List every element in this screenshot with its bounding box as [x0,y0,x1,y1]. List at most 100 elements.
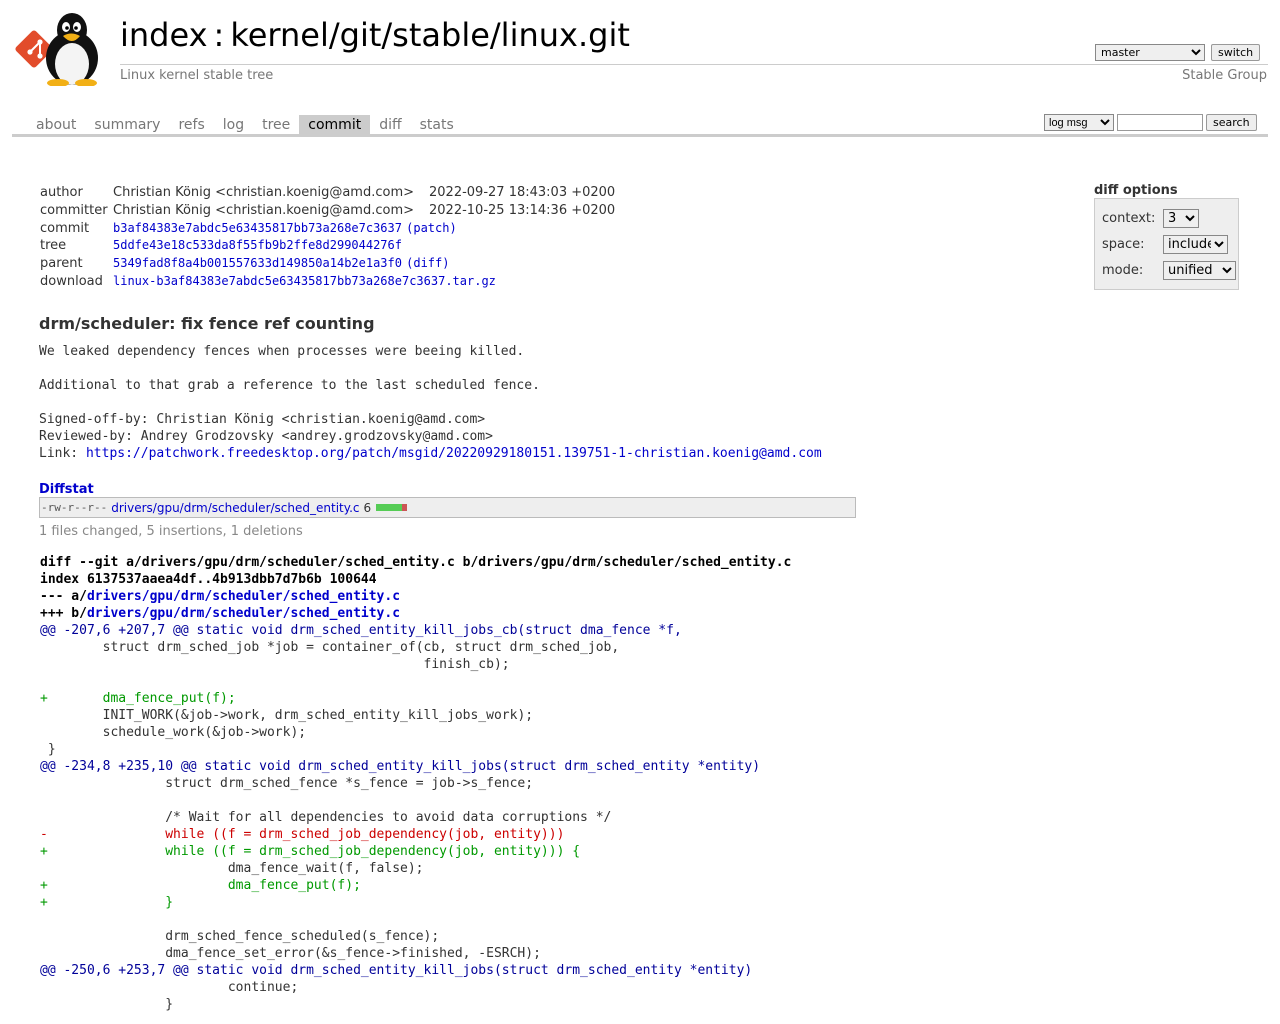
diffstat-file-link[interactable]: drivers/gpu/drm/scheduler/sched_entity.c [111,501,359,515]
author-value: Christian König <christian.koenig@amd.co… [113,185,415,201]
context-row: context: 3 [1102,209,1199,228]
download-row: download linux-b3af84383e7abdc5e63435817… [40,272,615,290]
index-link[interactable]: index [120,16,208,54]
parent-key: parent [40,256,83,272]
nav-tabs: about summary refs log tree commit diff … [27,115,463,134]
patchwork-link[interactable]: https://patchwork.freedesktop.org/patch/… [86,446,822,461]
diff-header-line: diff --git a/drivers/gpu/drm/scheduler/s… [40,555,792,570]
tab-about[interactable]: about [27,115,85,134]
diffstat-bar-insertions [376,504,403,511]
switch-button[interactable]: switch [1211,44,1261,61]
tab-stats[interactable]: stats [411,115,463,134]
commit-hash-link[interactable]: b3af84383e7abdc5e63435817bb73a268e7c3637 [113,221,402,235]
commit-info-table: author Christian König <christian.koenig… [40,184,615,290]
header-divider [120,64,1268,65]
committer-key: committer [40,203,108,219]
tab-diff[interactable]: diff [370,115,410,134]
tree-hash-link[interactable]: 5ddfe43e18c533da8f55fb9b2ffe8d299044276f [113,238,402,252]
parent-diff-link[interactable]: (diff) [406,256,449,270]
diff-index-line: index 6137537aaea4df..4b913dbb7d7b6b 100… [40,572,377,587]
search-type-select[interactable]: log msg [1044,114,1114,131]
parent-row: parent 5349fad8f8a4b001557633d149850a14b… [40,255,615,273]
search-input[interactable] [1117,114,1203,131]
diff-line-ctx [40,674,48,689]
diff-line-ctx: dma_fence_set_error(&s_fence->finished, … [40,946,541,961]
diff-view: diff --git a/drivers/gpu/drm/scheduler/s… [40,554,791,1013]
reviewed-line: Reviewed-by: Andrey Grodzovsky <andrey.g… [39,429,493,444]
diff-line-add: + } [40,895,174,910]
diff-line-ctx: continue; [40,980,299,995]
diff-minus-line: --- a/drivers/gpu/drm/scheduler/sched_en… [40,589,400,604]
repo-description: Linux kernel stable tree [120,68,274,83]
space-label: space: [1102,237,1145,252]
diff-line-ctx: /* Wait for all dependencies to avoid da… [40,810,612,825]
tabs-divider [12,134,1268,137]
diff-plus-line: +++ b/drivers/gpu/drm/scheduler/sched_en… [40,606,400,621]
commit-message: We leaked dependency fences when process… [39,343,822,462]
context-select[interactable]: 3 [1163,209,1199,228]
download-link[interactable]: linux-b3af84383e7abdc5e63435817bb73a268e… [113,274,496,288]
repo-link[interactable]: kernel/git/stable/linux.git [230,16,630,54]
tab-summary[interactable]: summary [85,115,169,134]
committer-value: Christian König <christian.koenig@amd.co… [113,203,415,219]
diffstat-title[interactable]: Diffstat [39,482,94,497]
author-row: author Christian König <christian.koenig… [40,184,615,202]
diff-line-hunk: @@ -250,6 +253,7 @@ static void drm_sche… [40,963,753,978]
mode-select[interactable]: unified [1163,261,1236,280]
tab-commit[interactable]: commit [299,115,371,134]
diff-line-ctx: } [40,997,174,1012]
search-button[interactable]: search [1206,114,1257,131]
tab-refs[interactable]: refs [169,115,213,134]
diff-line-ctx: dma_fence_wait(f, false); [40,861,424,876]
commit-row: commit b3af84383e7abdc5e63435817bb73a268… [40,219,615,237]
repo-owner: Stable Group [1182,68,1267,83]
diff-line-add: + dma_fence_put(f); [40,691,236,706]
site-logo[interactable] [14,12,110,87]
diff-line-add: + dma_fence_put(f); [40,878,361,893]
diff-line-hunk: @@ -207,6 +207,7 @@ static void drm_sche… [40,623,682,638]
mode-label: mode: [1102,263,1144,278]
diff-minus-prefix: --- a/ [40,589,87,604]
diff-plus-prefix: +++ b/ [40,606,87,621]
diff-line-ctx [40,912,48,927]
diff-line-ctx [40,793,48,808]
branch-switch-form: master switch [1095,44,1261,61]
commit-subject: drm/scheduler: fix fence ref counting [39,314,375,333]
space-select[interactable]: include [1163,235,1228,254]
patch-link[interactable]: (patch) [406,221,457,235]
link-label: Link: [39,446,86,461]
diff-line-hunk: @@ -234,8 +235,10 @@ static void drm_sch… [40,759,761,774]
branch-select[interactable]: master [1095,44,1205,61]
tab-log[interactable]: log [214,115,253,134]
diff-line-ctx: drm_sched_fence_scheduled(s_fence); [40,929,440,944]
diffstat-bar-deletions [402,504,408,511]
parent-hash-link[interactable]: 5349fad8f8a4b001557633d149850a14b2e1a3f0 [113,256,402,270]
search-form: log msg search [1044,114,1257,131]
download-key: download [40,273,103,289]
committer-date: 2022-10-25 13:14:36 +0200 [429,203,616,219]
diff-line-ctx: finish_cb); [40,657,510,672]
diff-line-ctx: schedule_work(&job->work); [40,725,307,740]
committer-row: committer Christian König <christian.koe… [40,202,615,220]
diffstat-changes: 6 [363,500,372,515]
diff-options-title: diff options [1094,183,1178,198]
author-date: 2022-09-27 18:43:03 +0200 [429,185,616,201]
diffstat-table: -rw-r--r-- drivers/gpu/drm/scheduler/sch… [39,497,856,518]
diff-line-add: + while ((f = drm_sched_job_dependency(j… [40,844,581,859]
diff-options-panel: context: 3 space: include mode: unified [1094,198,1239,290]
tab-tree[interactable]: tree [253,115,299,134]
diff-line-ctx: struct drm_sched_job *job = container_of… [40,640,620,655]
diff-body: @@ -207,6 +207,7 @@ static void drm_sche… [40,623,760,1012]
download-value: linux-b3af84383e7abdc5e63435817bb73a268e… [113,272,615,290]
author-key: author [40,185,83,201]
tree-key: tree [40,238,67,254]
git-tux-logo-icon [15,13,98,87]
diff-line-ctx: struct drm_sched_fence *s_fence = job->s… [40,776,534,791]
diffstat-bar [376,504,408,511]
file-mode: -rw-r--r-- [41,501,108,514]
commit-value: b3af84383e7abdc5e63435817bb73a268e7c3637… [113,219,615,237]
diff-minus-file-link[interactable]: drivers/gpu/drm/scheduler/sched_entity.c [87,589,400,604]
diff-plus-file-link[interactable]: drivers/gpu/drm/scheduler/sched_entity.c [87,606,400,621]
mode-row: mode: unified [1102,261,1236,280]
diff-line-ctx: INIT_WORK(&job->work, drm_sched_entity_k… [40,708,534,723]
